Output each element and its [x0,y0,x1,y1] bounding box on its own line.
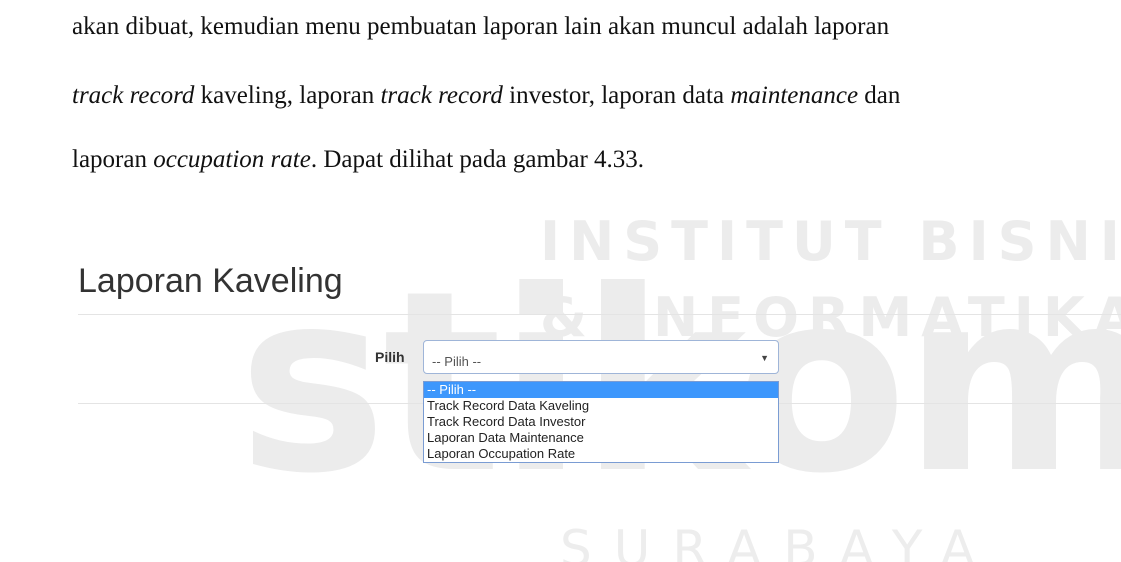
dropdown-option-occupation-rate[interactable]: Laporan Occupation Rate [424,446,778,462]
page-title: Laporan Kaveling [78,262,343,300]
dropdown-option-track-record-kaveling[interactable]: Track Record Data Kaveling [424,398,778,414]
report-type-select[interactable]: -- Pilih -- ▼ [423,340,779,374]
dropdown-option-track-record-investor[interactable]: Track Record Data Investor [424,414,778,430]
report-screenshot: Laporan Kaveling Pilih -- Pilih -- ▼ -- … [0,0,1121,562]
divider [78,314,1121,315]
select-value: -- Pilih -- [432,354,482,369]
chevron-down-icon: ▼ [760,353,769,363]
dropdown-option-pilih[interactable]: -- Pilih -- [424,382,778,398]
pilih-label: Pilih [375,349,405,365]
select-dropdown-list: -- Pilih -- Track Record Data Kaveling T… [423,381,779,463]
dropdown-option-data-maintenance[interactable]: Laporan Data Maintenance [424,430,778,446]
